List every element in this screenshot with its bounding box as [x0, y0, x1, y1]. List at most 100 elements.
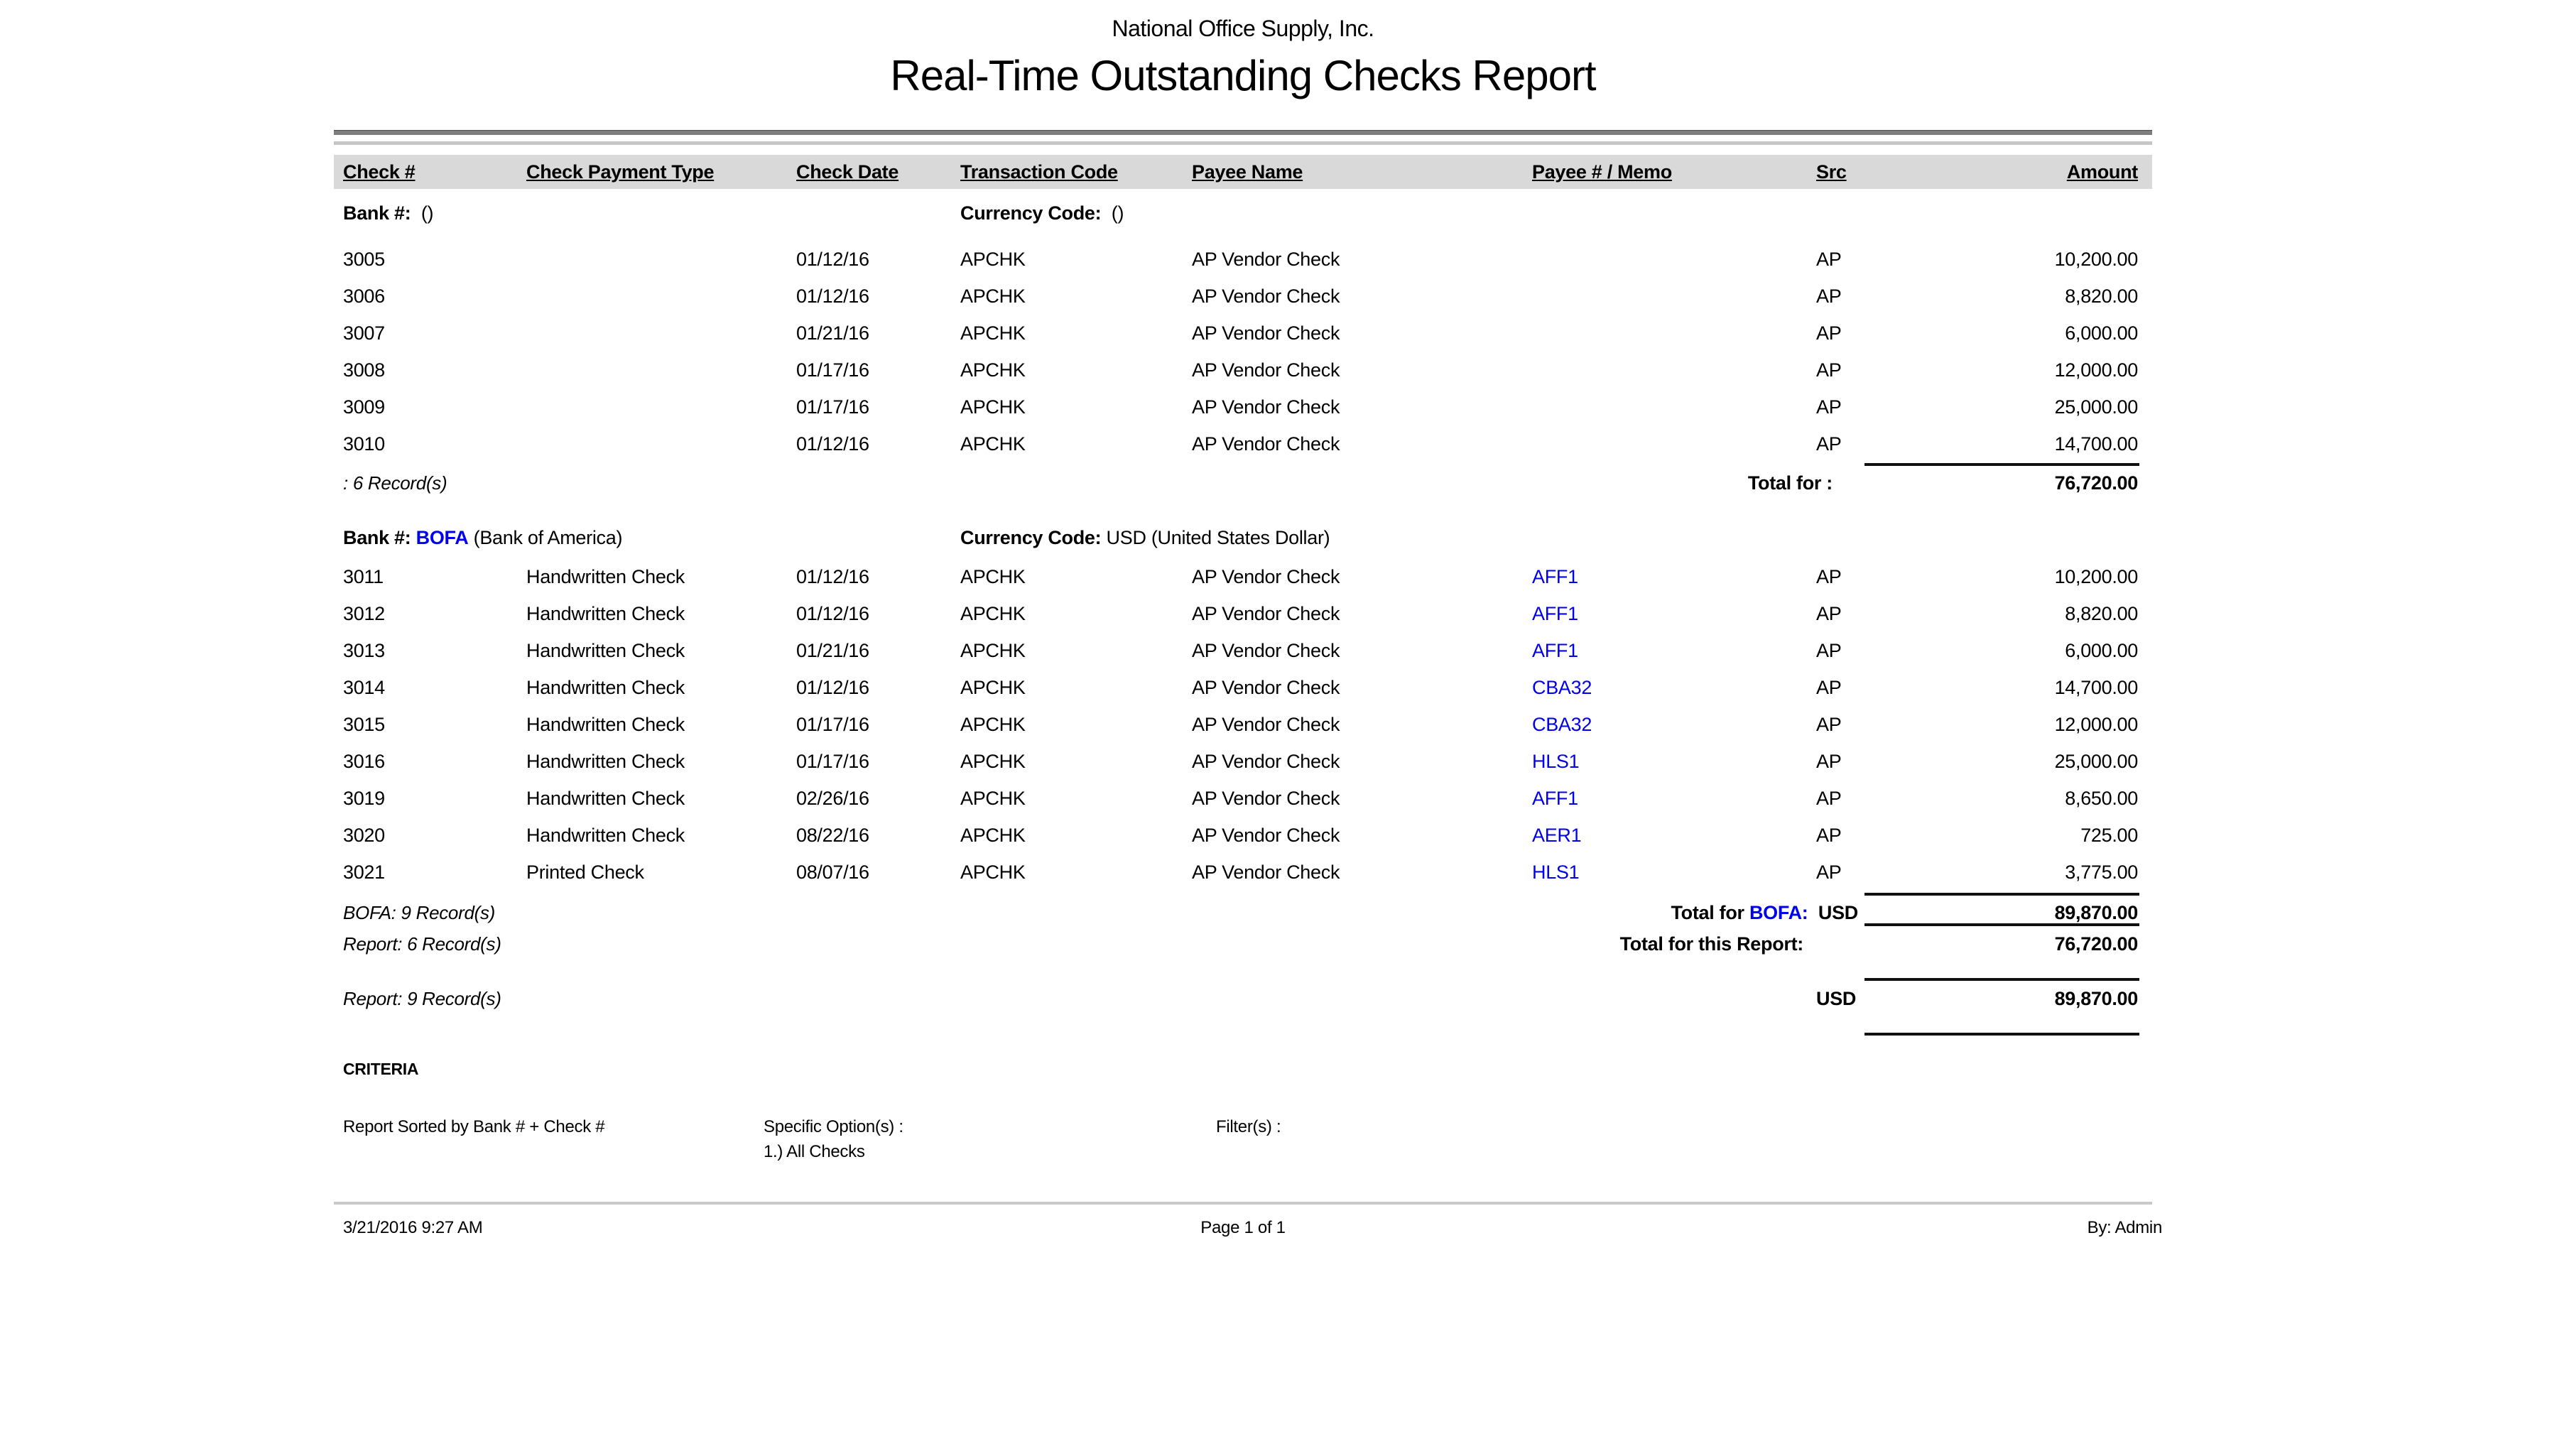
amount-cell: 6,000.00	[2065, 321, 2138, 345]
footer-row: 3/21/2016 9:27 AM Page 1 of 1 By: Admin	[334, 1217, 2152, 1239]
payee-memo-link[interactable]: AFF1	[1532, 639, 1578, 663]
column-header-amount[interactable]: Amount	[2067, 155, 2138, 189]
group-total-currency: USD	[1818, 902, 1858, 923]
column-header-transaction-code[interactable]: Transaction Code	[960, 155, 1118, 189]
check-date-cell: 02/26/16	[796, 786, 869, 810]
group-total-rule	[1864, 463, 2139, 466]
check-row: 3006 01/12/16 APCHK AP Vendor Check AP 8…	[334, 284, 2152, 308]
payment-type-cell: Handwritten Check	[526, 712, 685, 737]
check-row: 3008 01/17/16 APCHK AP Vendor Check AP 1…	[334, 358, 2152, 382]
check-date-cell: 01/12/16	[796, 675, 869, 700]
report-total-rule	[1864, 978, 2139, 981]
source-cell: AP	[1816, 749, 1841, 773]
payee-memo-link[interactable]: AER1	[1532, 823, 1581, 847]
transaction-code-cell: APCHK	[960, 565, 1026, 589]
transaction-code-cell: APCHK	[960, 432, 1026, 456]
column-header-payee-name[interactable]: Payee Name	[1192, 155, 1303, 189]
payment-type-cell: Handwritten Check	[526, 786, 685, 810]
report-page: National Office Supply, Inc. Real-Time O…	[0, 0, 2557, 1456]
check-date-cell: 01/17/16	[796, 749, 869, 773]
source-cell: AP	[1816, 247, 1841, 271]
bank-code-link[interactable]: BOFA	[416, 527, 469, 548]
check-number-cell: 3005	[343, 247, 385, 271]
check-number-cell: 3013	[343, 639, 385, 663]
payee-name-cell: AP Vendor Check	[1192, 675, 1340, 700]
bank-group-header: Bank #: () Currency Code: ()	[334, 201, 2152, 225]
source-cell: AP	[1816, 823, 1841, 847]
group-total-row: BOFA: 9 Record(s) Total for BOFA: USD 89…	[334, 901, 2152, 925]
report-total-currency: USD	[1816, 987, 1856, 1011]
report-summary-row: Report: 6 Record(s) Total for this Repor…	[334, 932, 2152, 956]
payee-memo-link[interactable]: AFF1	[1532, 602, 1578, 626]
source-cell: AP	[1816, 565, 1841, 589]
report-content: National Office Supply, Inc. Real-Time O…	[334, 0, 2152, 1456]
group-total-bank-link[interactable]: BOFA:	[1749, 902, 1808, 923]
criteria-row: Report Sorted by Bank # + Check # Specif…	[334, 1117, 2152, 1138]
source-cell: AP	[1816, 321, 1841, 345]
currency-code-line: Currency Code: ()	[960, 201, 1124, 225]
criteria-options-label: Specific Option(s) :	[764, 1117, 903, 1138]
group-total-label-text: Total for	[1671, 902, 1744, 923]
source-cell: AP	[1816, 639, 1841, 663]
payee-memo-link[interactable]: AFF1	[1532, 565, 1578, 589]
check-date-cell: 01/21/16	[796, 321, 869, 345]
transaction-code-cell: APCHK	[960, 749, 1026, 773]
check-row: 3021 Printed Check 08/07/16 APCHK AP Ven…	[334, 860, 2152, 884]
check-date-cell: 01/12/16	[796, 602, 869, 626]
transaction-code-cell: APCHK	[960, 639, 1026, 663]
group-total-label: Total for :	[1748, 471, 1833, 495]
column-header-payment-type[interactable]: Check Payment Type	[526, 155, 714, 189]
check-row: 3009 01/17/16 APCHK AP Vendor Check AP 2…	[334, 395, 2152, 419]
check-row: 3013 Handwritten Check 01/21/16 APCHK AP…	[334, 639, 2152, 663]
payee-memo-link[interactable]: CBA32	[1532, 675, 1592, 700]
check-row: 3019 Handwritten Check 02/26/16 APCHK AP…	[334, 786, 2152, 810]
payee-name-cell: AP Vendor Check	[1192, 749, 1340, 773]
check-number-cell: 3021	[343, 860, 385, 884]
check-date-cell: 08/07/16	[796, 860, 869, 884]
report-title: Real-Time Outstanding Checks Report	[334, 51, 2152, 100]
report-record-count: Report: 6 Record(s)	[343, 932, 501, 956]
payee-memo-link[interactable]: HLS1	[1532, 749, 1579, 773]
currency-code-label: Currency Code:	[960, 202, 1101, 224]
group-total-amount: 89,870.00	[2055, 901, 2138, 925]
payee-name-cell: AP Vendor Check	[1192, 602, 1340, 626]
transaction-code-cell: APCHK	[960, 395, 1026, 419]
check-row: 3011 Handwritten Check 01/12/16 APCHK AP…	[334, 565, 2152, 589]
source-cell: AP	[1816, 602, 1841, 626]
report-total-rule	[1864, 923, 2139, 926]
check-date-cell: 01/17/16	[796, 358, 869, 382]
amount-cell: 8,820.00	[2065, 602, 2138, 626]
amount-cell: 6,000.00	[2065, 639, 2138, 663]
check-number-cell: 3020	[343, 823, 385, 847]
payment-type-cell: Handwritten Check	[526, 749, 685, 773]
report-summary-row: Report: 9 Record(s) USD 89,870.00	[334, 987, 2152, 1011]
payee-memo-link[interactable]: CBA32	[1532, 712, 1592, 737]
payee-memo-link[interactable]: AFF1	[1532, 786, 1578, 810]
check-date-cell: 01/17/16	[796, 395, 869, 419]
bank-number-label: Bank #:	[343, 202, 411, 224]
group-total-row: : 6 Record(s) Total for : 76,720.00	[334, 471, 2152, 495]
column-header-payee-memo[interactable]: Payee # / Memo	[1532, 155, 1672, 189]
criteria-heading: CRITERIA	[343, 1060, 418, 1079]
source-cell: AP	[1816, 432, 1841, 456]
check-date-cell: 01/12/16	[796, 565, 869, 589]
payee-name-cell: AP Vendor Check	[1192, 284, 1340, 308]
group-total-label: Total for BOFA: USD	[1671, 901, 1858, 925]
amount-cell: 12,000.00	[2055, 712, 2138, 737]
company-name: National Office Supply, Inc.	[334, 16, 2152, 42]
payee-memo-link[interactable]: HLS1	[1532, 860, 1579, 884]
payee-name-cell: AP Vendor Check	[1192, 395, 1340, 419]
check-date-cell: 01/21/16	[796, 639, 869, 663]
column-header-check-number[interactable]: Check #	[343, 155, 415, 189]
source-cell: AP	[1816, 712, 1841, 737]
payee-name-cell: AP Vendor Check	[1192, 321, 1340, 345]
bank-name-value: ()	[421, 202, 433, 224]
amount-cell: 12,000.00	[2055, 358, 2138, 382]
group-record-count: : 6 Record(s)	[343, 471, 447, 495]
transaction-code-cell: APCHK	[960, 247, 1026, 271]
check-number-cell: 3009	[343, 395, 385, 419]
check-row: 3005 01/12/16 APCHK AP Vendor Check AP 1…	[334, 247, 2152, 271]
table-header-row: Check # Check Payment Type Check Date Tr…	[334, 155, 2152, 189]
column-header-check-date[interactable]: Check Date	[796, 155, 899, 189]
column-header-src[interactable]: Src	[1816, 155, 1847, 189]
